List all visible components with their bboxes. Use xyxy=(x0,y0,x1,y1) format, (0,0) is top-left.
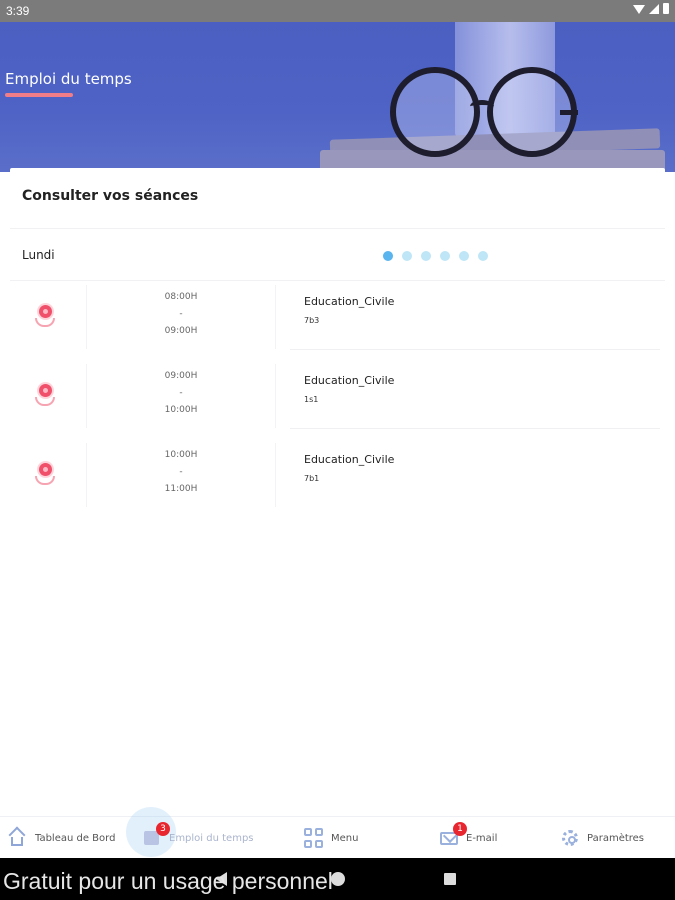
bottom-nav: Tableau de Bord 3 Emploi du temps Menu 1… xyxy=(0,807,675,859)
day-label: Lundi xyxy=(22,248,55,262)
session-end: 10:00H xyxy=(164,405,198,415)
day-pager-dot[interactable] xyxy=(421,251,431,261)
calendar-icon: 3 xyxy=(142,822,170,848)
day-pager-dot[interactable] xyxy=(383,251,393,261)
recent-apps-icon[interactable] xyxy=(444,873,456,885)
nav-parametres[interactable]: Paramètres xyxy=(560,817,644,859)
session-time-separator: - xyxy=(179,309,183,319)
location-pin-icon xyxy=(35,384,57,408)
nav-menu[interactable]: Menu xyxy=(304,817,358,859)
nav-badge: 3 xyxy=(156,822,170,836)
nav-label: Emploi du temps xyxy=(169,832,254,844)
mail-icon: 1 xyxy=(439,822,467,848)
session-start: 08:00H xyxy=(164,292,198,302)
session-group: 7b1 xyxy=(304,474,320,483)
banner-glasses-arm xyxy=(560,110,578,115)
page-title: Emploi du temps xyxy=(5,70,132,88)
session-row[interactable]: 09:00H - 10:00H Education_Civile 1s1 xyxy=(10,364,665,442)
session-time: 09:00H - 10:00H xyxy=(86,364,276,428)
session-info: Education_Civile 7b3 xyxy=(290,285,660,350)
session-icon-cell xyxy=(10,443,82,507)
day-pager-dot[interactable] xyxy=(402,251,412,261)
home-icon xyxy=(8,826,28,848)
session-time-separator: - xyxy=(179,467,183,477)
status-bar: 3:39 xyxy=(0,0,675,22)
session-time: 08:00H - 09:00H xyxy=(86,285,276,349)
grid-icon xyxy=(304,828,324,848)
day-pager[interactable] xyxy=(383,251,488,261)
section-title: Consulter vos séances xyxy=(22,188,199,204)
session-icon-cell xyxy=(10,285,82,349)
nav-label: E-mail xyxy=(466,832,498,844)
banner-glasses-bridge xyxy=(470,100,494,113)
nav-emploi-du-temps[interactable]: 3 Emploi du temps xyxy=(142,817,254,859)
session-subject: Education_Civile xyxy=(304,295,395,308)
session-row[interactable]: 10:00H - 11:00H Education_Civile 7b1 xyxy=(10,443,665,521)
session-start: 09:00H xyxy=(164,371,198,381)
home-button-icon[interactable] xyxy=(331,872,345,886)
divider xyxy=(10,280,665,281)
session-time: 10:00H - 11:00H xyxy=(86,443,276,507)
status-time: 3:39 xyxy=(6,4,30,18)
session-row[interactable]: 08:00H - 09:00H Education_Civile 7b3 xyxy=(10,285,665,363)
session-start: 10:00H xyxy=(164,450,198,460)
nav-label: Menu xyxy=(331,832,359,844)
day-pager-dot[interactable] xyxy=(440,251,450,261)
nav-email[interactable]: 1 E-mail xyxy=(439,817,497,859)
divider xyxy=(10,228,665,229)
session-end: 09:00H xyxy=(164,326,198,336)
location-pin-icon xyxy=(35,305,57,329)
session-subject: Education_Civile xyxy=(304,453,395,466)
session-info: Education_Civile 7b1 xyxy=(290,443,660,507)
session-time-separator: - xyxy=(179,388,183,398)
session-end: 11:00H xyxy=(164,484,198,494)
signal-icon xyxy=(649,3,659,14)
session-group: 7b3 xyxy=(304,316,320,325)
session-info: Education_Civile 1s1 xyxy=(290,364,660,429)
session-icon-cell xyxy=(10,364,82,428)
schedule-card: Consulter vos séances Lundi 08:00H - 09:… xyxy=(10,168,665,808)
wifi-icon xyxy=(633,5,645,14)
chalkboard-background xyxy=(150,32,410,122)
nav-label: Paramètres xyxy=(587,832,645,844)
banner-glasses-image xyxy=(390,67,480,157)
location-pin-icon xyxy=(35,463,57,487)
nav-tableau-de-bord[interactable]: Tableau de Bord xyxy=(8,817,115,859)
header-banner: Emploi du temps xyxy=(0,22,675,172)
session-subject: Education_Civile xyxy=(304,374,395,387)
day-pager-dot[interactable] xyxy=(478,251,488,261)
day-pager-dot[interactable] xyxy=(459,251,469,261)
nav-badge: 1 xyxy=(453,822,467,836)
title-underline xyxy=(5,93,73,97)
status-icons xyxy=(633,3,669,14)
battery-icon xyxy=(663,3,669,14)
gear-icon xyxy=(560,828,580,848)
nav-label: Tableau de Bord xyxy=(35,832,116,844)
watermark-text: Gratuit pour un usage personnel xyxy=(3,868,333,894)
session-group: 1s1 xyxy=(304,395,319,404)
